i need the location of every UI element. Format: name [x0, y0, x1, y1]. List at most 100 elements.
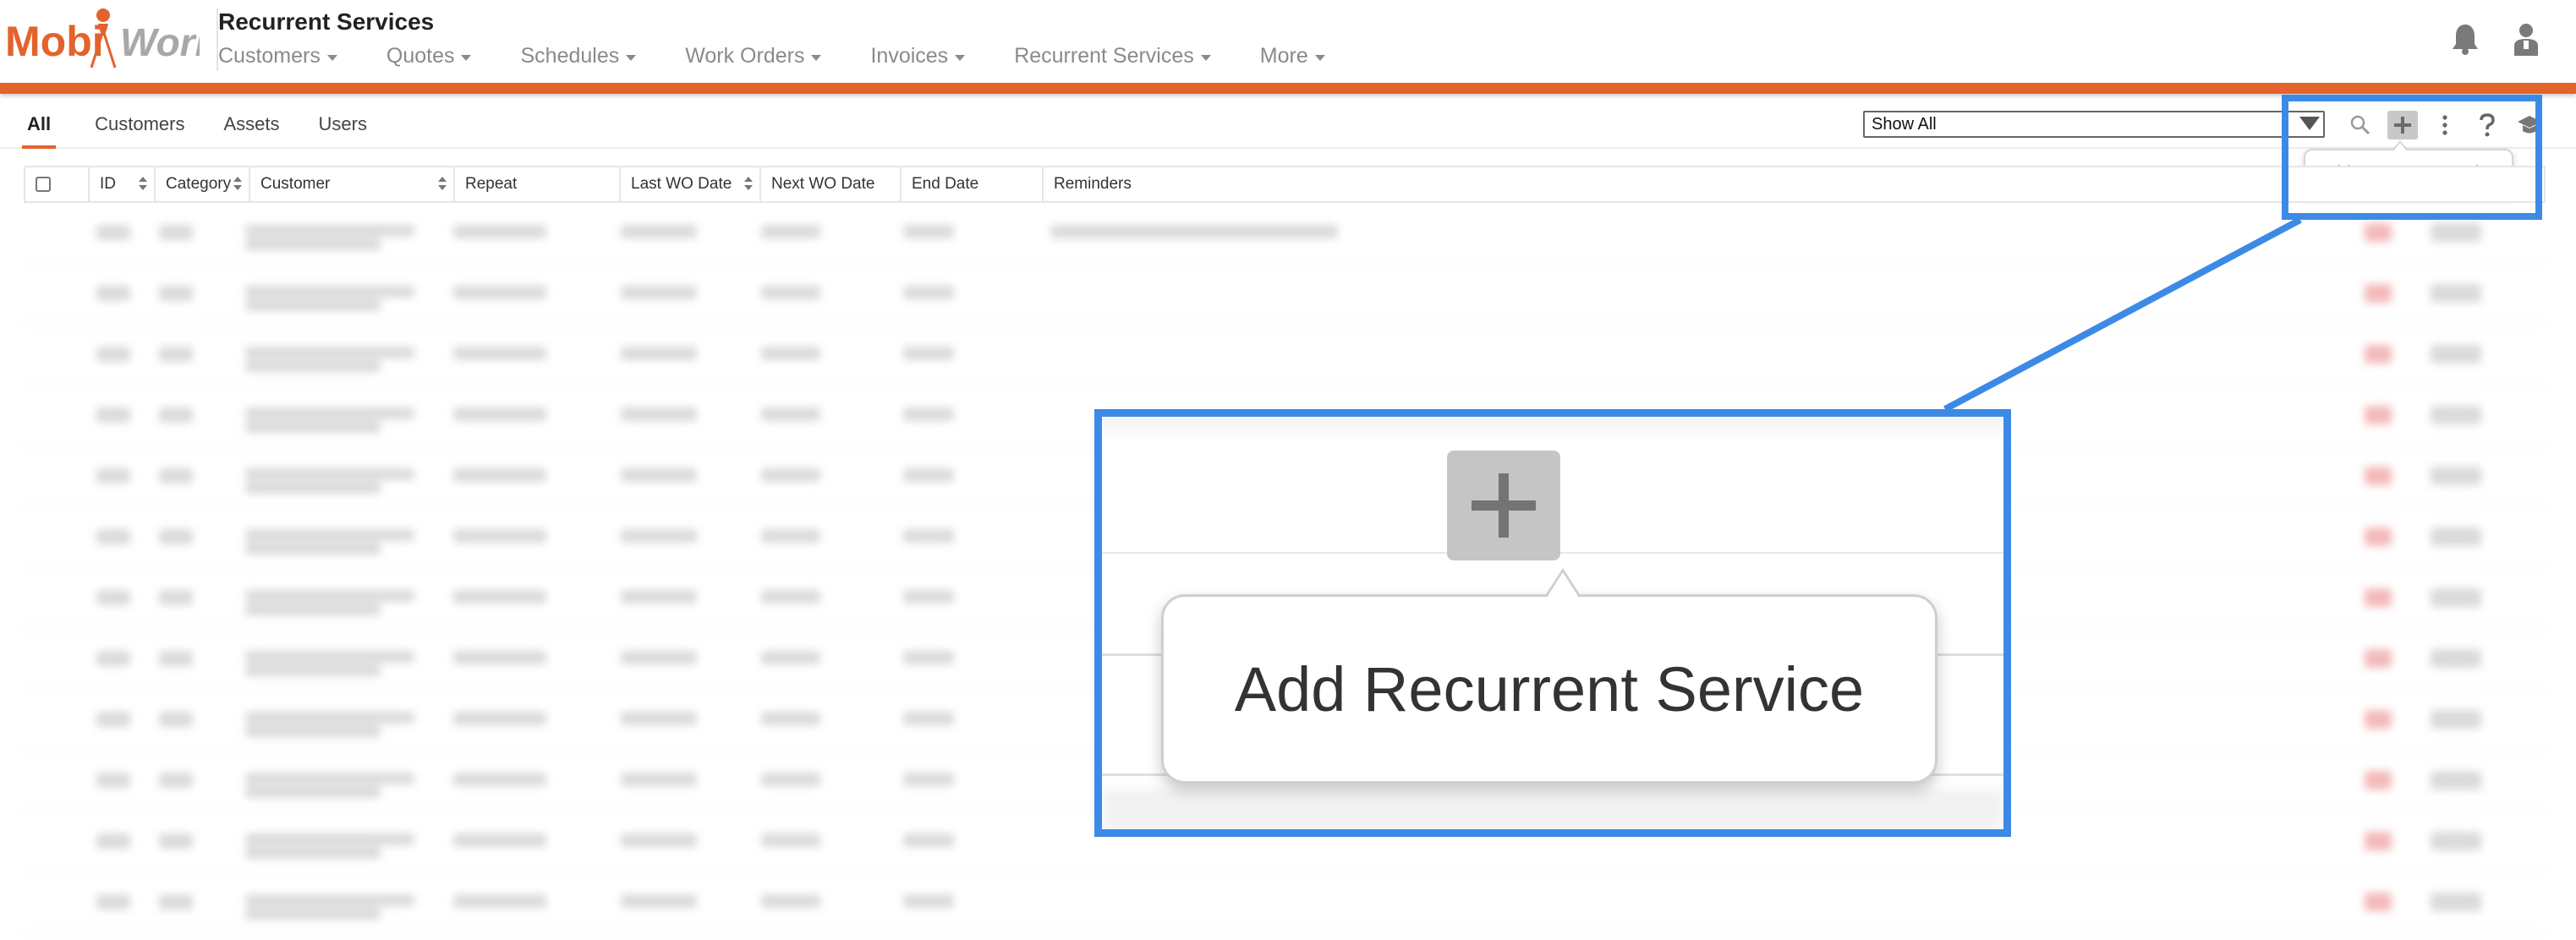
row-action-placeholder — [2431, 467, 2481, 485]
column-header-last-wo-date[interactable]: Last WO Date — [621, 167, 761, 201]
chevron-down-icon — [955, 54, 966, 61]
mobiwork-logo[interactable]: Mobi Work — [3, 5, 219, 71]
cell-placeholder — [245, 360, 381, 372]
cell-placeholder — [159, 407, 193, 423]
row-action-placeholder — [2431, 223, 2481, 242]
row-action-placeholder — [2431, 588, 2481, 607]
row-action-placeholder — [2365, 284, 2392, 303]
cell-placeholder — [96, 407, 130, 423]
nav-more[interactable]: More — [1260, 44, 1325, 68]
cell-placeholder — [96, 286, 130, 301]
cell-placeholder — [621, 468, 697, 482]
cell-placeholder — [903, 529, 954, 543]
row-action-placeholder — [2365, 345, 2392, 363]
nav-quotes[interactable]: Quotes — [386, 44, 472, 68]
cell-placeholder — [96, 651, 130, 666]
cell-placeholder — [903, 468, 954, 482]
row-action-placeholder — [2431, 284, 2481, 303]
cell-placeholder — [159, 712, 193, 727]
cell-placeholder — [453, 286, 546, 299]
cell-placeholder — [245, 908, 381, 920]
cell-placeholder — [621, 833, 697, 847]
tab-assets[interactable]: Assets — [223, 113, 279, 149]
nav-work-orders[interactable]: Work Orders — [685, 44, 822, 68]
sort-icon — [139, 177, 147, 192]
nav-recurrent-services[interactable]: Recurrent Services — [1014, 44, 1211, 68]
main-nav: Customers Quotes Schedules Work Orders I… — [218, 44, 1374, 68]
cell-placeholder — [453, 225, 546, 238]
filter-select[interactable]: Show All — [1863, 111, 2325, 138]
chevron-down-icon — [1200, 54, 1211, 61]
cell-placeholder — [453, 590, 546, 604]
cell-placeholder — [453, 407, 546, 421]
chevron-down-icon — [326, 54, 337, 61]
row-action-placeholder — [2431, 832, 2481, 850]
row-action-placeholder — [2365, 771, 2392, 790]
row-action-placeholder — [2365, 588, 2392, 607]
row-action-placeholder — [2431, 406, 2481, 424]
cell-placeholder — [96, 225, 130, 240]
table-row[interactable] — [24, 325, 2546, 385]
cell-placeholder — [621, 894, 697, 908]
column-header-category[interactable]: Category — [156, 167, 250, 201]
cell-placeholder — [621, 712, 697, 725]
cell-placeholder — [761, 590, 820, 604]
app-header: Mobi Work Recurrent Services Customers Q… — [0, 0, 2576, 83]
select-all-cell — [25, 167, 90, 201]
column-header-end-date[interactable]: End Date — [902, 167, 1044, 201]
cell-placeholder — [245, 651, 414, 663]
user-icon[interactable] — [2512, 22, 2540, 60]
cell-placeholder — [621, 407, 697, 421]
select-all-checkbox[interactable] — [36, 177, 51, 192]
cell-placeholder — [245, 543, 381, 555]
bell-icon[interactable] — [2451, 23, 2480, 59]
cell-placeholder — [245, 712, 414, 724]
table-row[interactable] — [24, 264, 2546, 325]
cell-placeholder — [159, 651, 193, 666]
cell-placeholder — [761, 407, 820, 421]
cell-placeholder — [96, 529, 130, 544]
cell-placeholder — [903, 407, 954, 421]
cell-placeholder — [621, 286, 697, 299]
cell-placeholder — [903, 894, 954, 908]
nav-customers[interactable]: Customers — [218, 44, 337, 68]
cell-placeholder — [621, 225, 697, 238]
tab-all[interactable]: All — [22, 113, 57, 149]
cell-placeholder — [245, 347, 414, 358]
cell-placeholder — [761, 468, 820, 482]
cell-placeholder — [903, 833, 954, 847]
column-header-next-wo-date[interactable]: Next WO Date — [761, 167, 902, 201]
cell-placeholder — [453, 773, 546, 786]
nav-invoices[interactable]: Invoices — [870, 44, 966, 68]
tab-customers[interactable]: Customers — [95, 113, 184, 149]
table-row[interactable] — [24, 872, 2546, 933]
chevron-down-icon — [461, 54, 472, 61]
row-action-placeholder — [2431, 649, 2481, 668]
column-header-id[interactable]: ID — [90, 167, 156, 201]
zoomed-tooltip: Add Recurrent Service — [1161, 568, 1937, 784]
cell-placeholder — [453, 468, 546, 482]
cell-placeholder — [621, 529, 697, 543]
column-header-repeat[interactable]: Repeat — [455, 167, 621, 201]
row-action-placeholder — [2431, 710, 2481, 729]
cell-placeholder — [761, 651, 820, 664]
cell-placeholder — [245, 773, 414, 784]
cell-placeholder — [245, 286, 414, 298]
row-action-placeholder — [2365, 893, 2392, 911]
cell-placeholder — [245, 833, 414, 845]
cell-placeholder — [245, 529, 414, 541]
tab-users[interactable]: Users — [319, 113, 367, 149]
cell-placeholder — [245, 225, 414, 237]
nav-schedules[interactable]: Schedules — [520, 44, 637, 68]
add-icon — [1472, 473, 1536, 538]
cell-placeholder — [159, 590, 193, 605]
logo-text-right: Work — [120, 20, 200, 64]
cell-placeholder — [245, 590, 414, 602]
cell-placeholder — [245, 847, 381, 859]
table-row[interactable] — [24, 203, 2546, 264]
cell-placeholder — [96, 468, 130, 484]
filter-tabs: All Customers Assets Users — [22, 113, 406, 149]
column-header-customer[interactable]: Customer — [250, 167, 455, 201]
cell-placeholder — [453, 651, 546, 664]
cell-placeholder — [761, 773, 820, 786]
